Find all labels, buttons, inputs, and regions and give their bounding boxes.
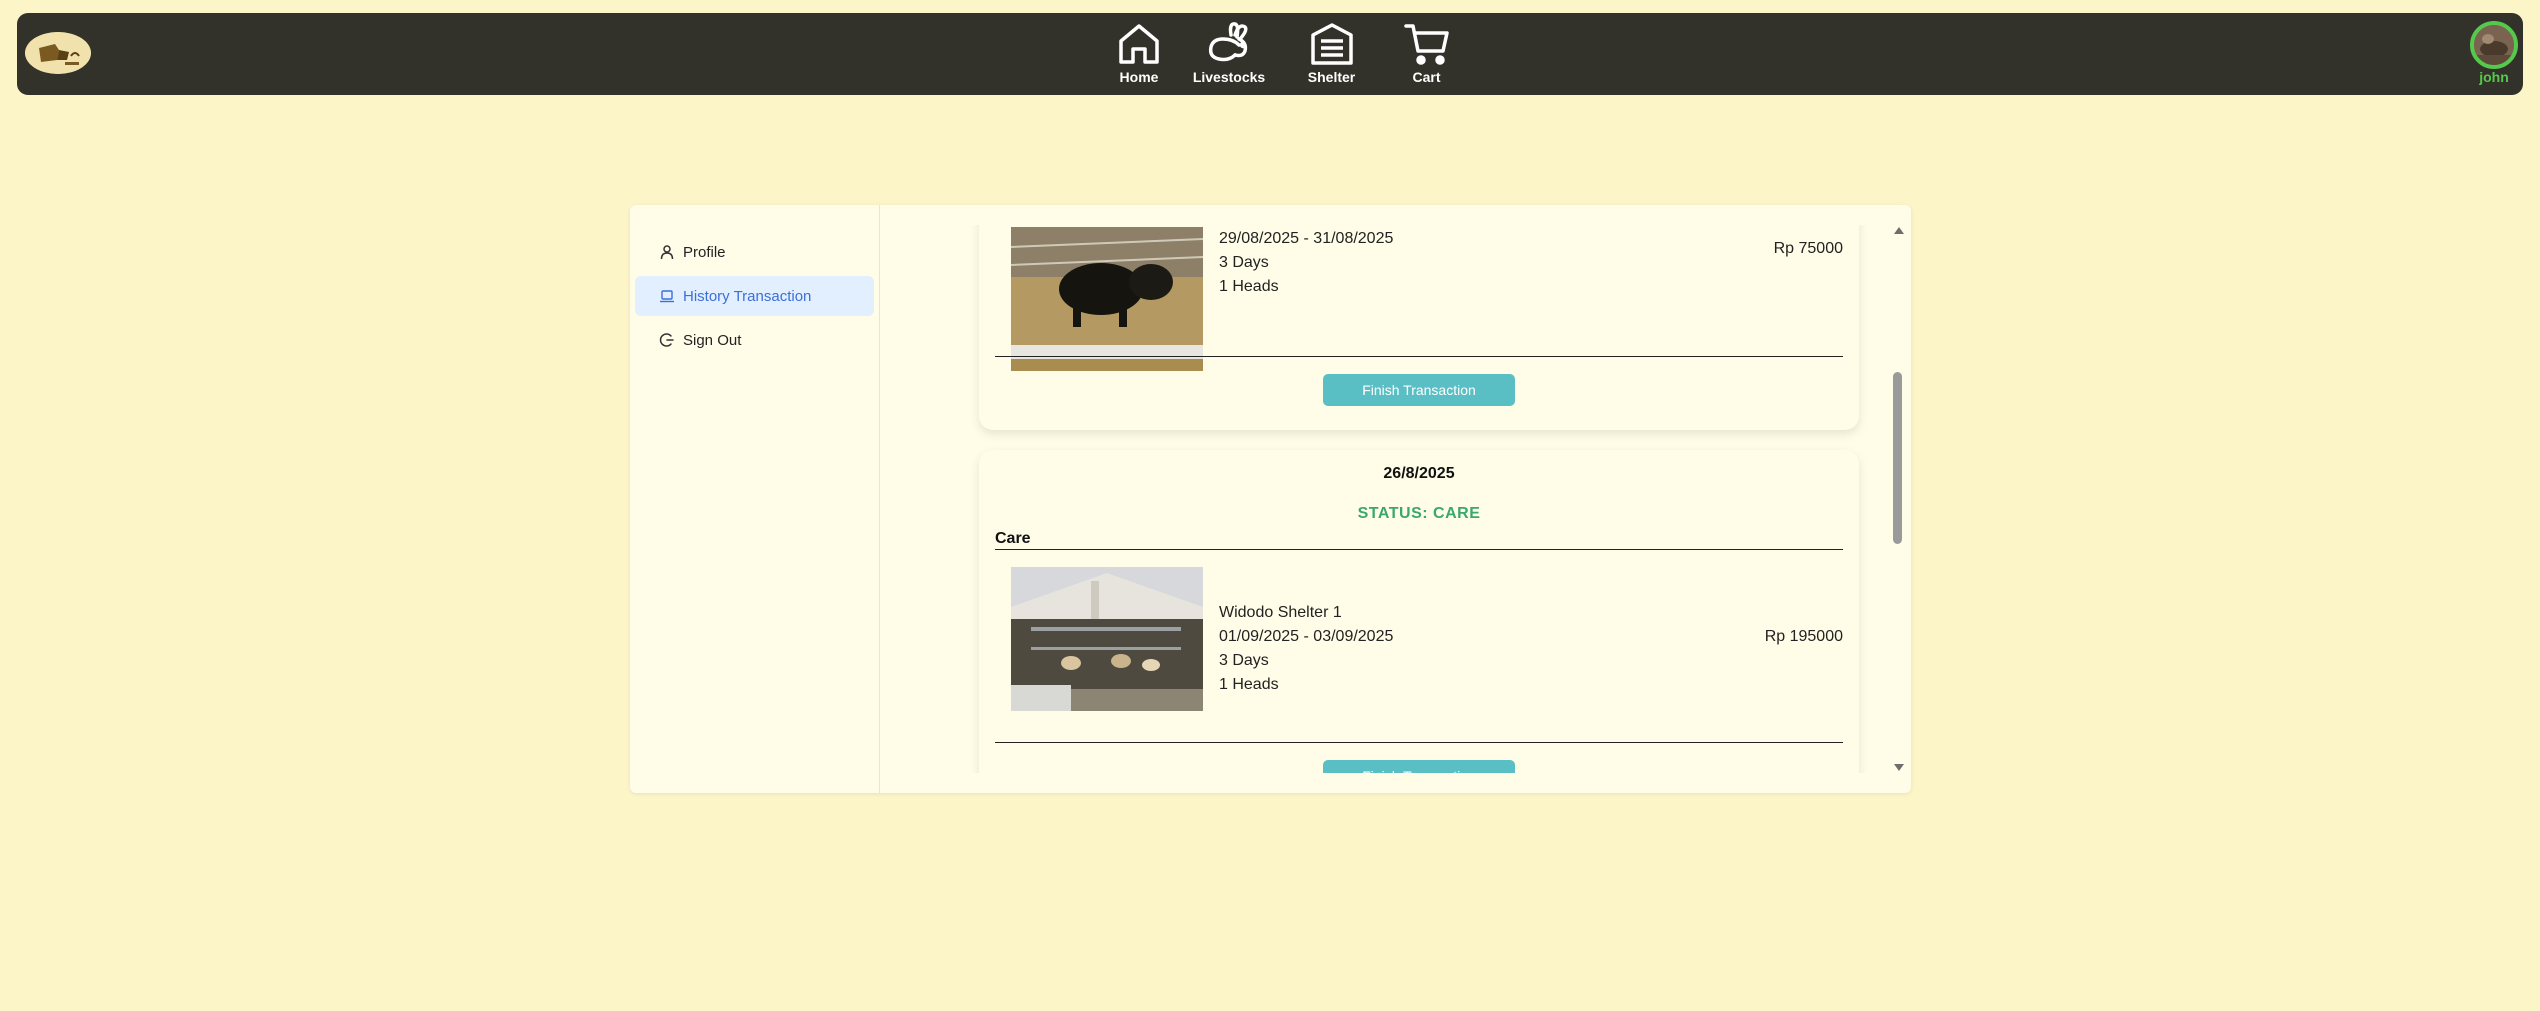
nav-cart[interactable]: Cart: [1379, 21, 1474, 93]
nav-shelter[interactable]: Shelter: [1284, 21, 1379, 93]
transaction-type: Care: [995, 530, 1031, 547]
nav-livestocks[interactable]: Livestocks: [1174, 21, 1284, 93]
item-heads: 1 Heads: [1219, 278, 1279, 295]
shelter-photo: [1011, 567, 1203, 711]
top-navbar: Home Livestocks Shelter Cart john: [17, 13, 2523, 95]
main-nav: Home Livestocks Shelter Cart: [1104, 21, 1474, 93]
sidebar-item-label: Profile: [683, 243, 726, 261]
scroll-thumb[interactable]: [1893, 372, 1902, 544]
item-heads: 1 Heads: [1219, 676, 1279, 693]
account-sidebar: Profile History Transaction Sign Out: [630, 205, 880, 793]
cart-icon: [1403, 21, 1451, 67]
garage-icon: [1309, 21, 1355, 67]
account-panel: Profile History Transaction Sign Out 29/…: [630, 205, 1911, 793]
status-badge: STATUS: CARE: [1357, 505, 1481, 522]
scroll-up-arrow-icon[interactable]: [1894, 227, 1904, 234]
nav-home-label: Home: [1119, 69, 1159, 85]
sidebar-item-label: History Transaction: [683, 287, 812, 305]
sidebar-item-sign-out[interactable]: Sign Out: [635, 320, 874, 360]
rabbit-icon: [1205, 21, 1253, 67]
logout-icon: [659, 332, 675, 348]
nav-shelter-label: Shelter: [1307, 69, 1356, 85]
sidebar-item-label: Sign Out: [683, 331, 742, 349]
livestock-photo: [1011, 227, 1203, 371]
item-price: Rp 195000: [1764, 628, 1843, 645]
nav-cart-label: Cart: [1412, 69, 1441, 85]
avatar[interactable]: [2470, 21, 2518, 69]
item-price: Rp 75000: [1773, 240, 1843, 257]
item-name: Widodo Shelter 1: [1219, 604, 1342, 621]
item-duration: 3 Days: [1219, 254, 1269, 271]
transaction-list[interactable]: 29/08/2025 - 31/08/2025 3 Days 1 Heads R…: [881, 225, 1881, 773]
user-menu[interactable]: john: [2466, 21, 2522, 85]
farm-logo[interactable]: [25, 32, 91, 74]
finish-transaction-button[interactable]: Finish Transaction: [1323, 374, 1515, 406]
divider: [995, 549, 1843, 550]
item-duration: 3 Days: [1219, 652, 1269, 669]
nav-livestocks-label: Livestocks: [1192, 69, 1266, 85]
sidebar-item-history-transaction[interactable]: History Transaction: [635, 276, 874, 316]
sidebar-item-profile[interactable]: Profile: [635, 232, 874, 272]
home-icon: [1116, 21, 1162, 67]
nav-home[interactable]: Home: [1104, 21, 1174, 93]
transaction-card: 29/08/2025 - 31/08/2025 3 Days 1 Heads R…: [979, 225, 1859, 430]
user-icon: [659, 244, 675, 260]
laptop-icon: [659, 288, 675, 304]
finish-transaction-button[interactable]: Finish Transaction: [1323, 760, 1515, 773]
item-date-range: 29/08/2025 - 31/08/2025: [1219, 230, 1394, 247]
item-date-range: 01/09/2025 - 03/09/2025: [1219, 628, 1394, 645]
divider: [995, 742, 1843, 743]
transaction-card: 26/8/2025 STATUS: CARE Care Widodo Shelt…: [979, 450, 1859, 773]
vertical-scrollbar[interactable]: [1891, 227, 1905, 771]
scroll-down-arrow-icon[interactable]: [1894, 764, 1904, 771]
divider: [995, 356, 1843, 357]
user-name: john: [2479, 69, 2509, 85]
transaction-date: 26/8/2025: [1383, 465, 1455, 482]
